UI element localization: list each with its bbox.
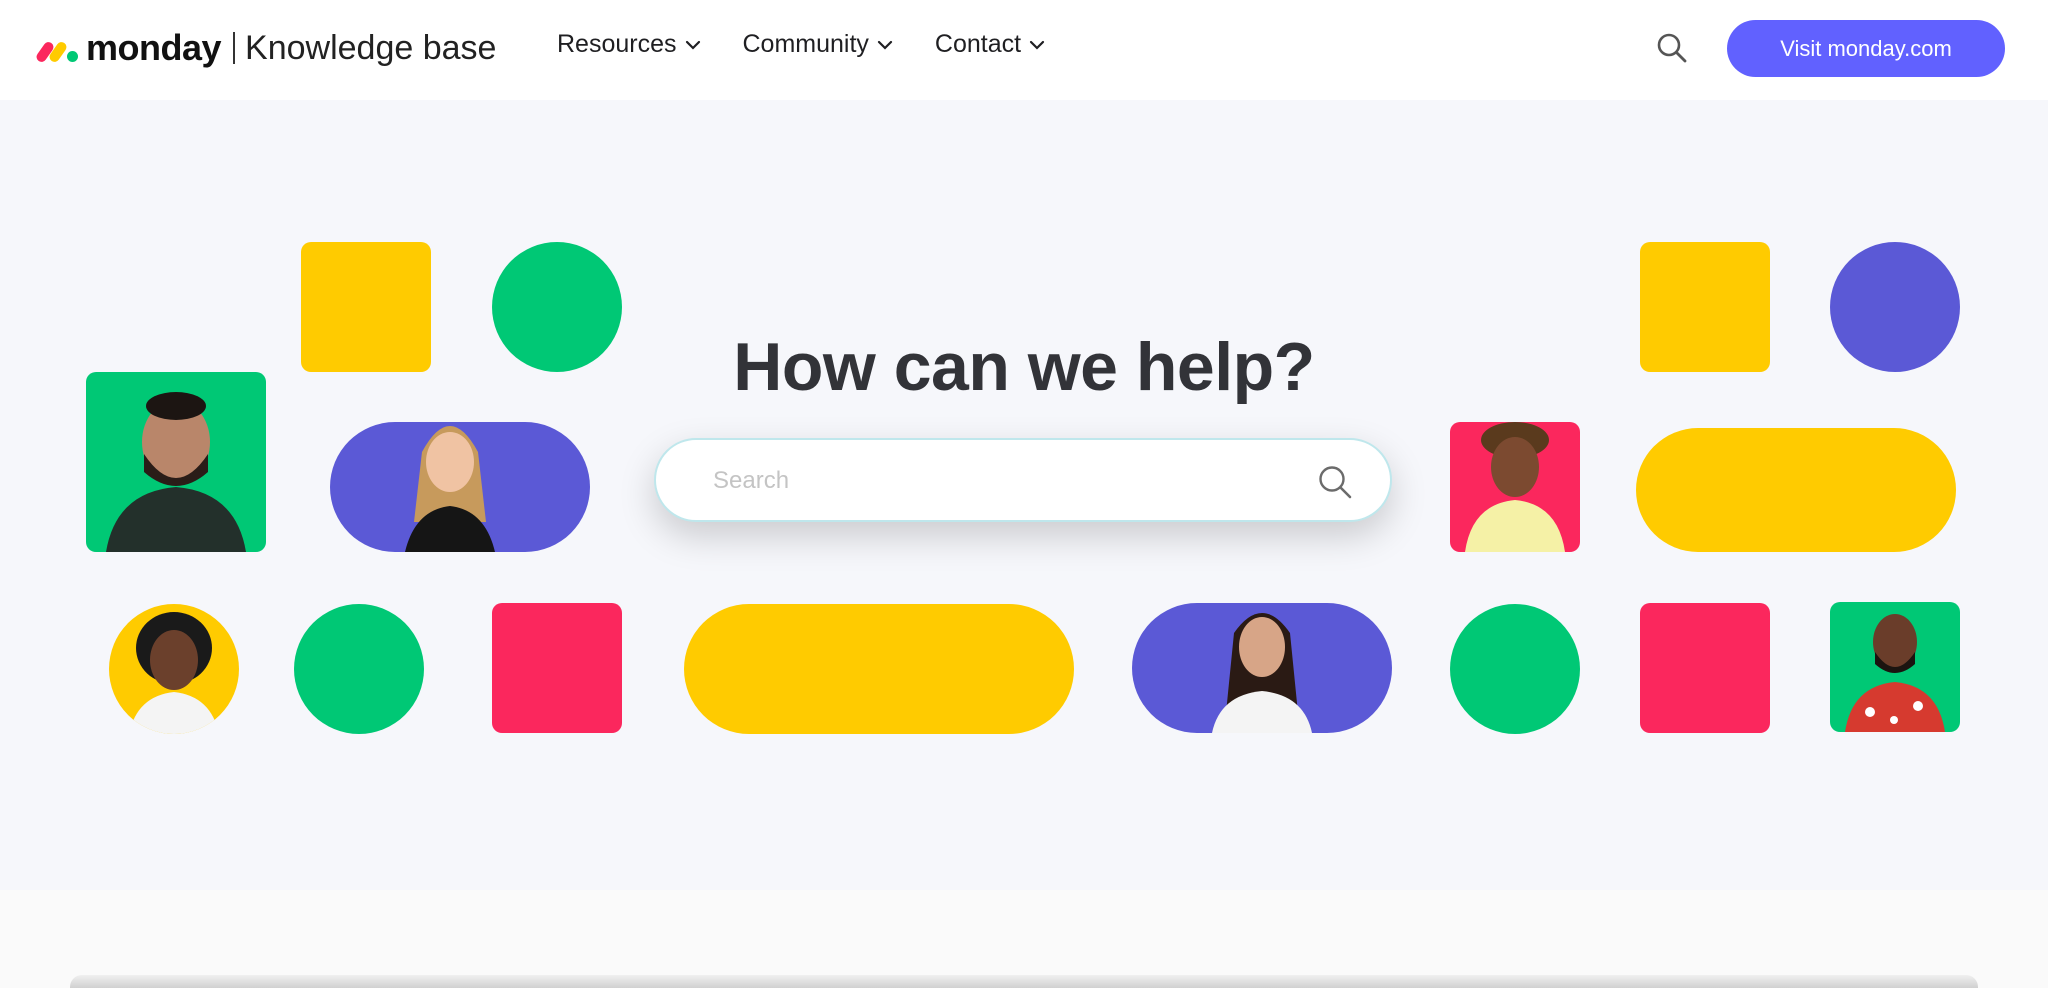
nav-community[interactable]: Community [743,30,893,59]
nav-community-label: Community [742,30,869,58]
person-photo-pill [1132,603,1392,733]
logo-word: monday [86,27,222,68]
person-photo [1830,602,1960,732]
person-silhouette-icon [129,612,219,734]
yellow-pill-decoration [1636,428,1956,552]
person-silhouette-icon [1465,422,1565,552]
search-bar[interactable] [654,438,1392,522]
green-circle-decoration [1450,604,1580,734]
person-silhouette-icon [1212,613,1312,733]
search-input[interactable] [711,458,1275,504]
top-header: monday Knowledge base Resources Communit… [0,0,2048,100]
main-nav: Resources Community Contact [557,30,1045,59]
nav-resources-label: Resources [557,30,677,58]
person-photo-circle [109,604,239,734]
logo-subtitle: Knowledge base [245,28,497,67]
search-icon[interactable] [1317,464,1353,500]
logo-divider [233,32,236,64]
monday-logo-mark-icon [34,35,80,64]
red-square-decoration [1640,603,1770,733]
content-area [0,890,2048,988]
chevron-down-icon [685,40,700,50]
red-square-decoration [492,603,622,733]
chevron-down-icon [1029,40,1045,50]
green-circle-decoration [294,604,424,734]
person-silhouette-icon [1845,614,1945,732]
nav-contact-label: Contact [934,30,1022,58]
hero-section: How can we help? [0,100,2048,890]
person-photo-pill [330,422,590,552]
search-icon[interactable] [1656,32,1688,64]
monday-logo[interactable]: monday Knowledge base [34,24,497,72]
nav-resources[interactable]: Resources [557,30,701,59]
content-card-edge [70,975,1978,988]
nav-contact[interactable]: Contact [935,30,1045,59]
person-silhouette-icon [405,426,495,552]
person-photo [1450,422,1580,552]
page-title: How can we help? [733,329,1315,405]
chevron-down-icon [877,40,893,50]
visit-monday-button[interactable]: Visit monday.com [1727,20,2005,77]
yellow-pill-decoration [684,604,1074,734]
